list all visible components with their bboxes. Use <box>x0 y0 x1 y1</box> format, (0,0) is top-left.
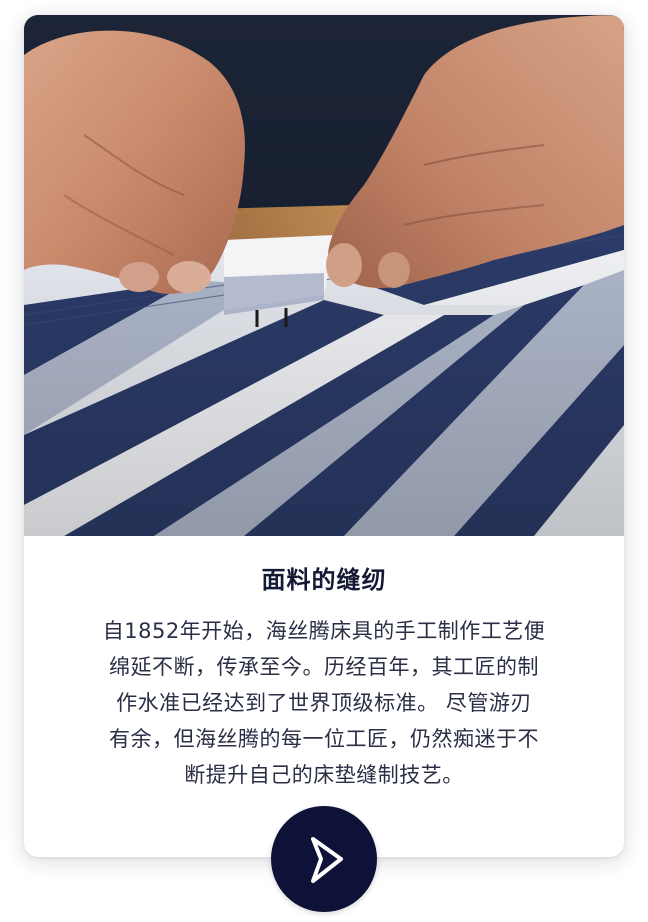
play-icon <box>311 837 343 883</box>
card-description: 自1852年开始，海丝腾床具的手工制作工艺便 绵延不断，传承至今。历经百年，其工… <box>64 613 584 793</box>
description-line: 自1852年开始，海丝腾床具的手工制作工艺便 <box>102 619 546 643</box>
hero-image <box>24 15 624 536</box>
description-line: 绵延不断，传承至今。历经百年，其工匠的制 <box>109 655 539 679</box>
card-title: 面料的缝纫 <box>261 566 387 594</box>
description-line: 作水准已经达到了世界顶级标准。 尽管游刃 <box>116 691 532 715</box>
play-button[interactable] <box>271 806 377 912</box>
feature-card: 面料的缝纫 自1852年开始，海丝腾床具的手工制作工艺便 绵延不断，传承至今。历… <box>24 15 624 857</box>
description-line: 断提升自己的床垫缝制技艺。 <box>184 763 464 787</box>
description-line: 有余，但海丝腾的每一位工匠，仍然痴迷于不 <box>109 727 539 751</box>
